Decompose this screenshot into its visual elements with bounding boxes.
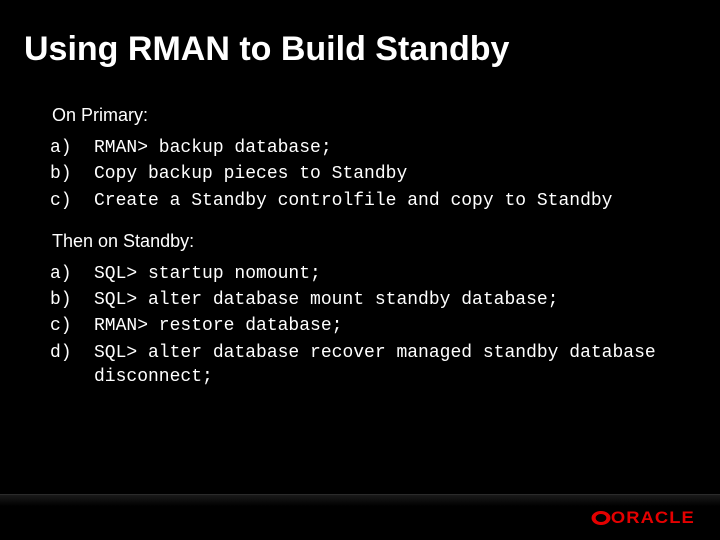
list-item: c) Create a Standby controlfile and copy… xyxy=(50,189,670,213)
oracle-o-icon xyxy=(592,511,611,525)
list-item: c) RMAN> restore database; xyxy=(50,314,670,338)
oracle-logo-text: ORACLE xyxy=(611,508,695,528)
list-item: a) SQL> startup nomount; xyxy=(50,262,670,286)
section-heading-standby: Then on Standby: xyxy=(52,231,670,252)
list-text: SQL> alter database recover managed stan… xyxy=(94,341,670,390)
list-text: SQL> startup nomount; xyxy=(94,262,321,286)
list-marker: c) xyxy=(50,189,94,213)
list-marker: a) xyxy=(50,262,94,286)
primary-steps-list: a) RMAN> backup database; b) Copy backup… xyxy=(50,136,670,213)
list-marker: b) xyxy=(50,162,94,186)
list-marker: c) xyxy=(50,314,94,338)
footer-divider xyxy=(0,494,720,506)
list-marker: a) xyxy=(50,136,94,160)
slide: Using RMAN to Build Standby On Primary: … xyxy=(0,0,720,540)
slide-title: Using RMAN to Build Standby xyxy=(0,30,720,87)
list-text: Copy backup pieces to Standby xyxy=(94,162,407,186)
list-marker: d) xyxy=(50,341,94,365)
list-text: RMAN> backup database; xyxy=(94,136,332,160)
list-item: b) SQL> alter database mount standby dat… xyxy=(50,288,670,312)
oracle-logo: ORACLE xyxy=(594,508,692,528)
list-marker: b) xyxy=(50,288,94,312)
list-item: b) Copy backup pieces to Standby xyxy=(50,162,670,186)
list-item: d) SQL> alter database recover managed s… xyxy=(50,341,670,390)
list-text: RMAN> restore database; xyxy=(94,314,342,338)
section-heading-primary: On Primary: xyxy=(52,105,670,126)
slide-content: On Primary: a) RMAN> backup database; b)… xyxy=(0,105,720,389)
list-text: Create a Standby controlfile and copy to… xyxy=(94,189,612,213)
list-text: SQL> alter database mount standby databa… xyxy=(94,288,558,312)
list-item: a) RMAN> backup database; xyxy=(50,136,670,160)
standby-steps-list: a) SQL> startup nomount; b) SQL> alter d… xyxy=(50,262,670,389)
